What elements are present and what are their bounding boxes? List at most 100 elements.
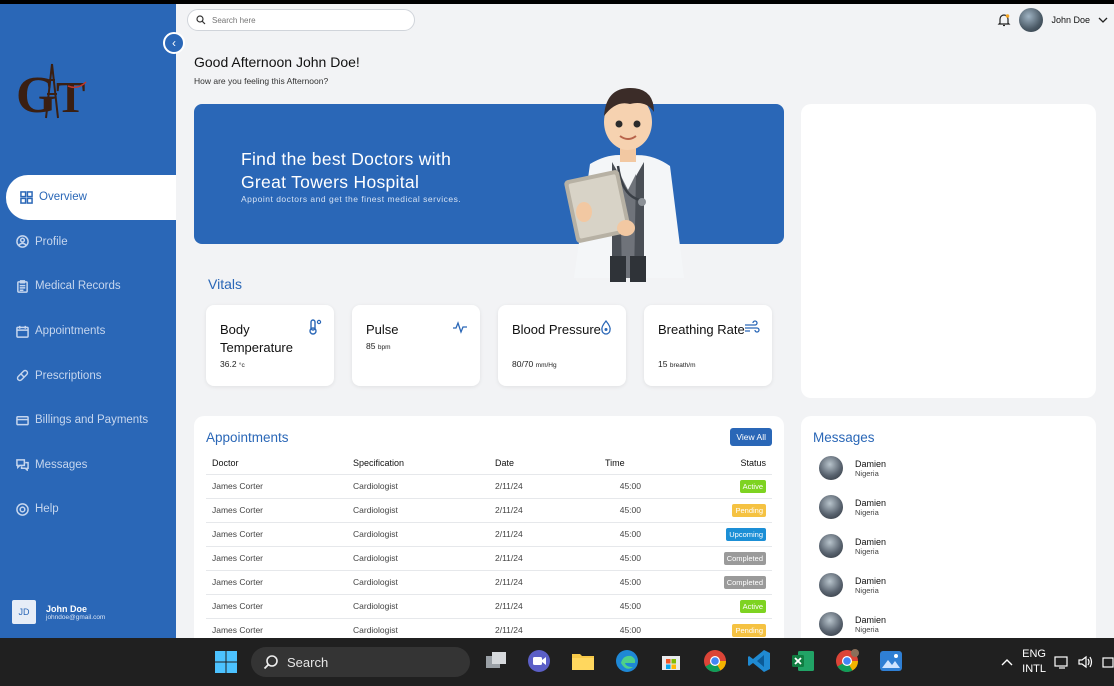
sidebar-user[interactable]: JD John Doe johndoe@gmail.com (12, 600, 105, 624)
keyboard-layout: INTL (1022, 663, 1046, 675)
chrome-icon[interactable] (702, 648, 728, 674)
message-sender-location: Nigeria (855, 468, 879, 478)
sidebar-item-medical-records[interactable]: Medical Records (0, 264, 176, 309)
bell-icon[interactable] (997, 13, 1011, 27)
sidebar-user-name: John Doe (46, 603, 88, 614)
collapse-sidebar-button[interactable]: ‹ (163, 32, 185, 54)
cell-specification: Cardiologist (347, 521, 489, 546)
cell-date: 2/11/24 (489, 593, 599, 618)
task-view-icon[interactable] (483, 648, 509, 674)
cell-date: 2/11/24 (489, 497, 599, 522)
file-explorer-icon[interactable] (570, 648, 596, 674)
message-sender-name: Damien (855, 497, 887, 508)
cell-specification: Cardiologist (347, 569, 489, 594)
cell-date: 2/11/24 (489, 473, 599, 498)
vital-card-blood-pressure: Blood Pressure 80/70 mm/Hg (498, 305, 626, 386)
column-header-specification: Specification (353, 457, 405, 468)
table-row[interactable]: James Corter Cardiologist 2/11/24 45:00 Pend… (206, 617, 772, 638)
avatar (819, 456, 843, 480)
banner-subtitle: Appoint doctors and get the finest medic… (241, 194, 462, 204)
vital-card-body-temperature: Body Temperature 36.2 °c (206, 305, 334, 386)
chrome-profile-icon[interactable] (834, 648, 860, 674)
cell-date: 2/11/24 (489, 569, 599, 594)
cell-doctor: James Corter (206, 617, 347, 638)
sidebar: G T Overview Profile Medical Records App… (0, 4, 176, 638)
pulse-icon (453, 321, 467, 334)
table-row[interactable]: James Corter Cardiologist 2/11/24 45:00 Comp… (206, 569, 772, 594)
cell-doctor: James Corter (206, 497, 347, 522)
chevron-left-icon: ‹ (172, 36, 176, 50)
vital-value: 36.2 °c (220, 359, 245, 369)
vital-card-breathing-rate: Breathing Rate 15 breath/m (644, 305, 772, 386)
view-all-button[interactable]: View All (730, 428, 772, 446)
list-item[interactable]: Damien Nigeria (819, 456, 886, 480)
table-row[interactable]: James Corter Cardiologist 2/11/24 45:00 Upco… (206, 521, 772, 546)
help-icon (16, 503, 29, 516)
vitals-title: Vitals (208, 276, 242, 292)
cell-time: 45:00 (599, 617, 647, 638)
search-icon (196, 15, 206, 25)
volume-icon[interactable] (1078, 655, 1094, 669)
sidebar-item-profile[interactable]: Profile (0, 220, 176, 265)
table-row[interactable]: James Corter Cardiologist 2/11/24 45:00 Acti… (206, 473, 772, 498)
cell-specification: Cardiologist (347, 473, 489, 498)
thermometer-icon (309, 319, 322, 335)
sidebar-item-billings[interactable]: Billings and Payments (0, 398, 176, 443)
avatar[interactable] (1019, 8, 1044, 32)
search-input[interactable] (212, 15, 392, 25)
cell-time: 45:00 (599, 473, 647, 498)
taskbar-search[interactable]: Search (251, 647, 470, 677)
avatar (819, 612, 843, 636)
edge-icon[interactable] (614, 648, 640, 674)
sidebar-item-prescriptions[interactable]: Prescriptions (0, 353, 176, 398)
table-row[interactable]: James Corter Cardiologist 2/11/24 45:00 Pend… (206, 497, 772, 522)
store-icon[interactable] (658, 648, 684, 674)
status-badge: Active (739, 600, 766, 613)
message-sender-location: Nigeria (855, 546, 879, 556)
search-bar[interactable] (187, 9, 415, 31)
list-item[interactable]: Damien Nigeria (819, 534, 886, 558)
windows-taskbar: Search ENG INTL (0, 638, 1114, 686)
language-indicator[interactable]: ENG INTL (1022, 647, 1046, 677)
cell-status: Completed (647, 569, 772, 594)
avatar (819, 573, 843, 597)
battery-icon[interactable] (1102, 655, 1114, 669)
message-sender-name: Damien (855, 575, 887, 586)
windows-start-icon[interactable] (215, 651, 237, 673)
cell-status: Completed (647, 545, 772, 570)
network-icon[interactable] (1054, 655, 1070, 669)
hospital-logo: G T (16, 63, 87, 120)
chevron-up-icon[interactable] (1000, 657, 1014, 667)
chat-icon (16, 459, 29, 472)
cell-status: Active (647, 473, 772, 498)
list-item[interactable]: Damien Nigeria (819, 612, 886, 636)
table-row[interactable]: James Corter Cardiologist 2/11/24 45:00 Acti… (206, 593, 772, 618)
sidebar-nav: Overview Profile Medical Records Appoint… (0, 175, 176, 532)
sidebar-item-messages[interactable]: Messages (0, 443, 176, 488)
message-sender-location: Nigeria (855, 585, 879, 595)
chevron-down-icon[interactable] (1098, 16, 1108, 24)
teams-icon[interactable] (526, 648, 552, 674)
vital-value: 15 breath/m (658, 359, 696, 369)
list-item[interactable]: Damien Nigeria (819, 495, 886, 519)
list-item[interactable]: Damien Nigeria (819, 573, 886, 597)
excel-icon[interactable] (790, 648, 816, 674)
search-icon (263, 655, 278, 670)
sidebar-item-label: Overview (39, 191, 87, 204)
sidebar-item-help[interactable]: Help (0, 487, 176, 532)
sidebar-item-label: Help (35, 503, 59, 516)
svg-text:T: T (56, 73, 85, 120)
sidebar-item-overview[interactable]: Overview (6, 175, 176, 220)
appointments-title: Appointments (206, 430, 289, 445)
table-row[interactable]: James Corter Cardiologist 2/11/24 45:00 Comp… (206, 545, 772, 570)
vscode-icon[interactable] (746, 648, 772, 674)
card-icon (16, 415, 29, 426)
sidebar-item-appointments[interactable]: Appointments (0, 309, 176, 354)
appointments-card: Appointments View All Doctor Specificati… (194, 416, 784, 638)
message-sender-location: Nigeria (855, 507, 879, 517)
sidebar-item-label: Appointments (35, 325, 106, 338)
wind-icon (745, 320, 760, 333)
photos-icon[interactable] (878, 648, 904, 674)
vital-card-pulse: Pulse 85 bpm (352, 305, 480, 386)
top-user-name[interactable]: John Doe (1051, 15, 1090, 25)
